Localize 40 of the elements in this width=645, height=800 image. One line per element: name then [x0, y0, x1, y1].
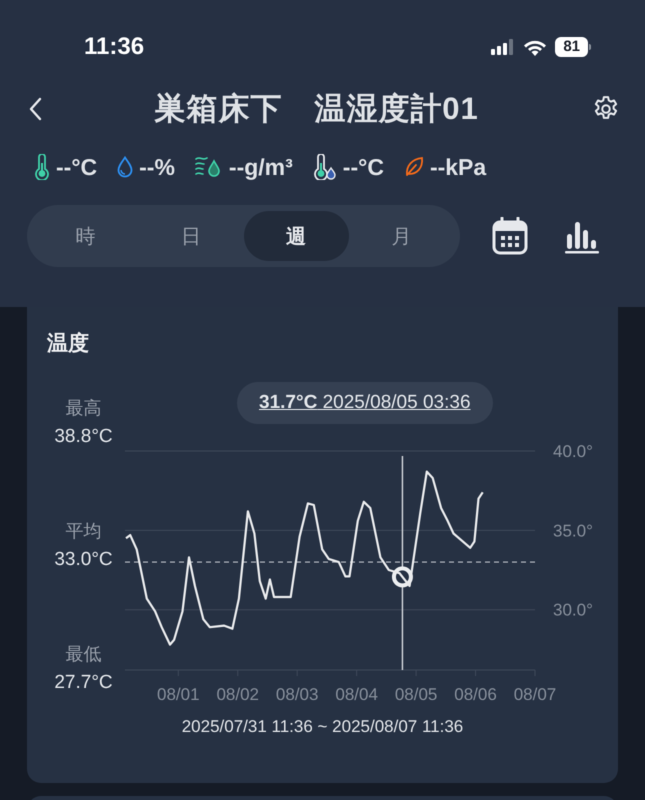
reading-value: --kPa — [430, 154, 486, 180]
wind-drop-icon — [194, 155, 223, 179]
tick-label: 08/05 — [394, 685, 438, 704]
period-tab[interactable]: 日 — [138, 211, 244, 261]
stat-label: 最高 — [66, 397, 102, 420]
tick-label: 30.0° — [553, 600, 593, 620]
tick-label: 40.0° — [553, 442, 593, 461]
tick-label: 08/02 — [216, 685, 260, 704]
stat-label: 平均 — [66, 520, 102, 543]
wifi-icon — [523, 38, 548, 56]
leaf-icon — [404, 156, 424, 178]
stat-value: 38.8°C — [54, 426, 113, 448]
stat-value: 27.7°C — [54, 672, 113, 694]
thermometer-drop-icon — [312, 154, 337, 180]
data-point-marker[interactable] — [392, 566, 413, 588]
device-title: 巣箱床下 温湿度計01 — [154, 90, 479, 128]
period-tab[interactable]: 週 — [244, 211, 349, 261]
thermometer-icon — [34, 154, 50, 180]
card-title: 温度 — [47, 330, 90, 357]
status-time: 11:36 — [84, 33, 144, 61]
tick-label: 08/03 — [276, 685, 318, 704]
date-range: 2025/07/31 11:36 ~ 2025/08/07 11:36 — [180, 717, 464, 737]
battery-icon: 81 — [555, 37, 591, 57]
tick-label: 08/04 — [335, 685, 378, 704]
water-drop-icon — [117, 156, 134, 178]
signal-icon — [491, 39, 516, 55]
reading-value: --°C — [56, 154, 98, 180]
chart-tooltip: 31.7°C 2025/08/05 03:36 — [237, 382, 493, 424]
reading-value: --% — [139, 154, 175, 180]
period-tab[interactable]: 月 — [348, 211, 454, 261]
reading-value: --g/m³ — [228, 154, 293, 180]
tick-label: 35.0° — [553, 521, 593, 540]
reading-value: --°C — [342, 154, 384, 180]
tick-label: 08/01 — [157, 685, 200, 704]
calendar-icon — [492, 217, 528, 255]
tick-label: 08/06 — [454, 685, 497, 704]
period-tab[interactable]: 時 — [33, 211, 138, 261]
stat-value: 33.0°C — [54, 549, 113, 571]
stat-label: 最低 — [66, 643, 102, 666]
tick-label: 08/07 — [514, 685, 556, 704]
